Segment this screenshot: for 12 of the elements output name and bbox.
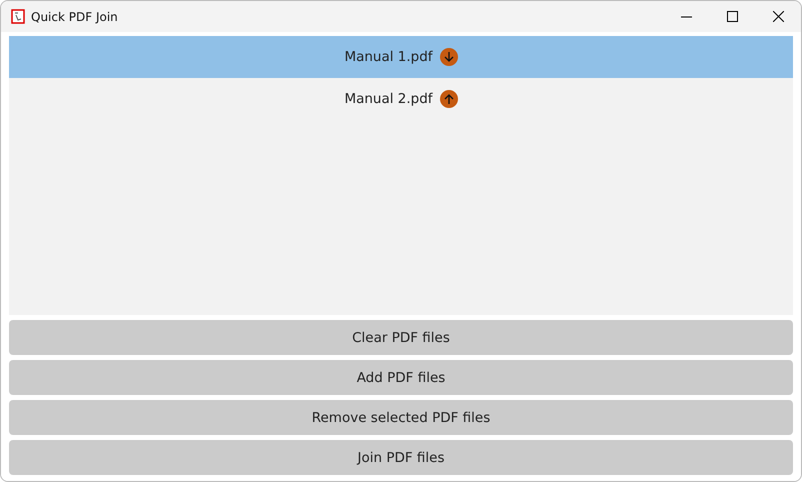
action-button[interactable]: Remove selected PDF files — [9, 400, 793, 435]
action-button[interactable]: Clear PDF files — [9, 320, 793, 355]
action-button[interactable]: Add PDF files — [9, 360, 793, 395]
file-row[interactable]: Manual 1.pdf — [9, 36, 793, 78]
action-button[interactable]: Join PDF files — [9, 440, 793, 475]
close-icon[interactable] — [772, 11, 784, 22]
pdf-file-icon — [11, 9, 25, 24]
file-name: Manual 2.pdf — [344, 91, 433, 107]
file-name: Manual 1.pdf — [344, 49, 433, 65]
maximize-icon[interactable] — [726, 11, 738, 22]
file-row[interactable]: Manual 2.pdf — [9, 78, 793, 120]
window-title: Quick PDF Join — [31, 10, 119, 24]
